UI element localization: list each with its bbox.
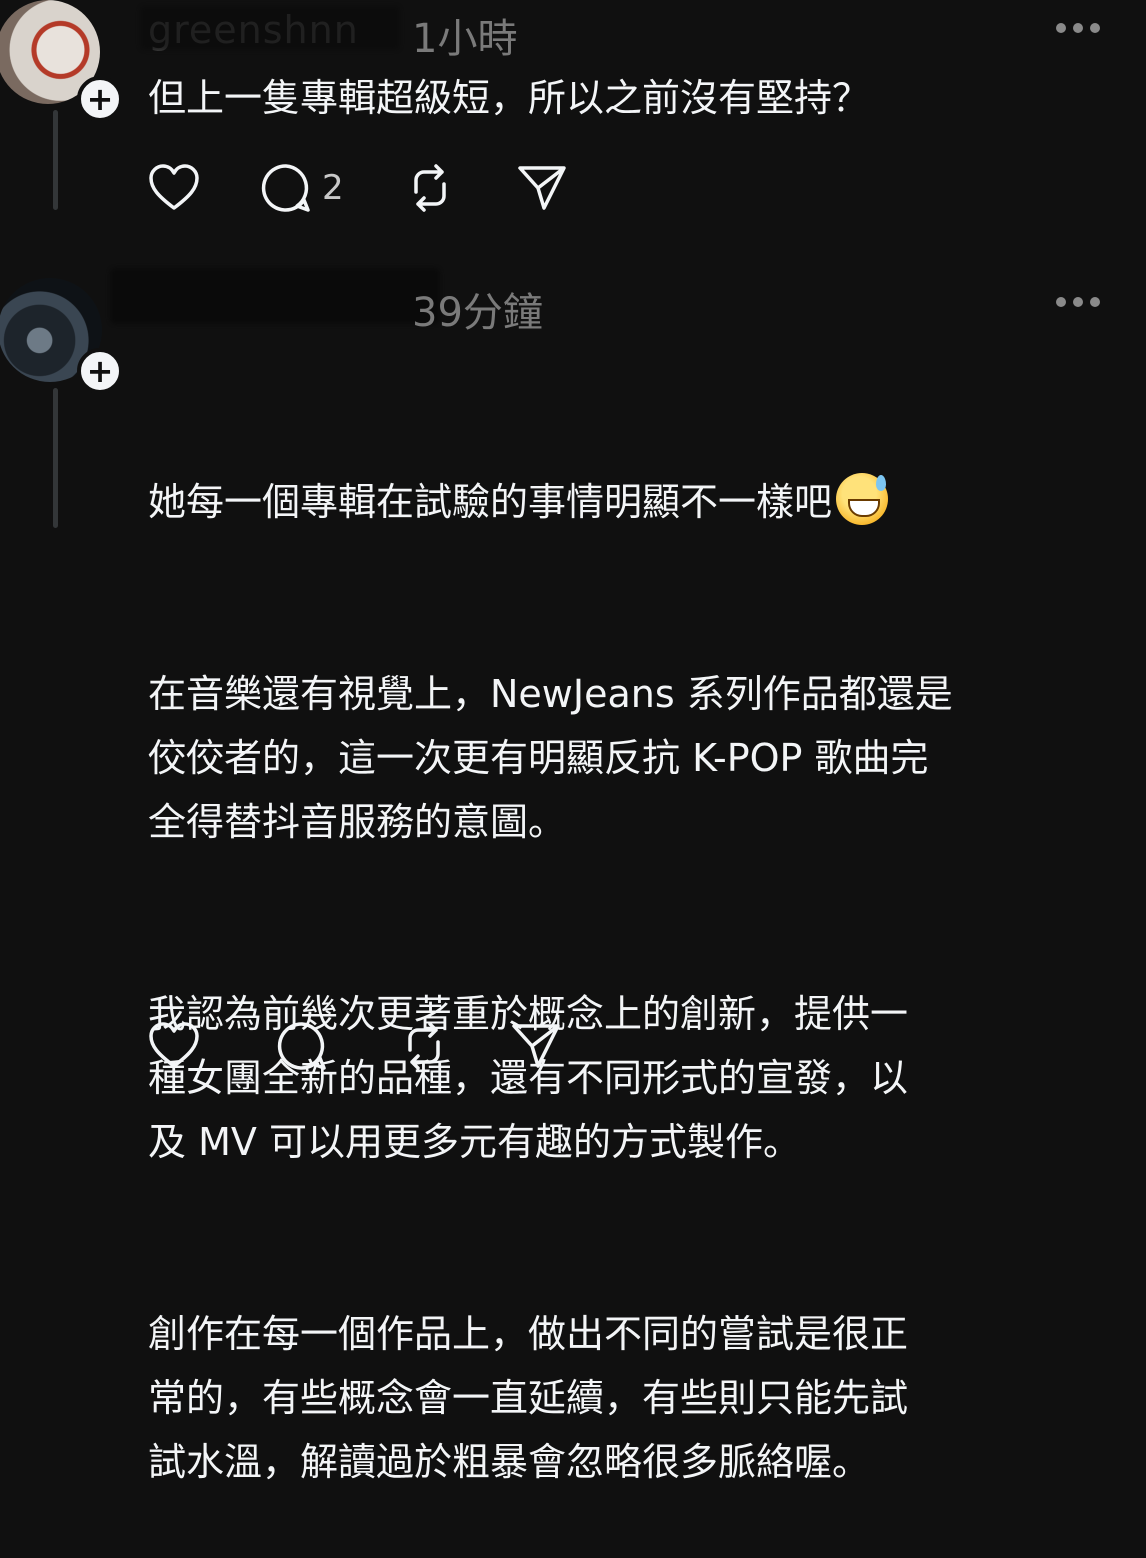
more-dots-icon[interactable] bbox=[1056, 292, 1100, 312]
reply-button[interactable] bbox=[276, 1020, 328, 1072]
comment-icon bbox=[261, 164, 310, 212]
repost-icon bbox=[408, 1022, 440, 1070]
more-dots-icon[interactable] bbox=[1056, 18, 1100, 38]
post-timestamp: 39分鐘 bbox=[412, 290, 543, 336]
username-redaction bbox=[140, 6, 400, 50]
send-icon bbox=[512, 1024, 560, 1068]
send-icon bbox=[517, 166, 566, 210]
like-button[interactable] bbox=[148, 164, 200, 212]
thread-line bbox=[53, 110, 58, 210]
username-redaction bbox=[110, 268, 440, 324]
reply-count: 2 bbox=[322, 168, 344, 208]
share-button[interactable] bbox=[516, 162, 568, 214]
share-button[interactable] bbox=[510, 1020, 562, 1072]
post-text: 但上一隻專輯超級短，所以之前沒有堅持？ bbox=[148, 76, 871, 120]
reply-button[interactable]: 2 bbox=[260, 162, 344, 214]
post-text: 她每一個專輯在試驗的事情明顯不一樣吧 在音樂還有視覺上，NewJeans 系列作… bbox=[148, 342, 1108, 1558]
post-actions bbox=[148, 1020, 622, 1072]
grinning-face-with-sweat-icon bbox=[836, 473, 889, 525]
repost-button[interactable] bbox=[398, 1020, 450, 1072]
repost-button[interactable] bbox=[404, 162, 456, 214]
thread-line bbox=[53, 388, 58, 528]
post-timestamp: 1小時 bbox=[412, 16, 518, 62]
post-paragraph: 我認為前幾次更著重於概念上的創新，提供一 種女團全新的品種，還有不同形式的宣發，… bbox=[148, 992, 909, 1164]
repost-icon bbox=[413, 164, 446, 212]
post-actions: 2 bbox=[148, 162, 628, 214]
comment-icon bbox=[277, 1022, 326, 1070]
heart-icon bbox=[149, 1022, 199, 1068]
post-paragraph: 在音樂還有視覺上，NewJeans 系列作品都還是 佼佼者的，這一次更有明顯反抗… bbox=[148, 672, 953, 844]
plus-icon[interactable]: + bbox=[77, 348, 123, 394]
post-paragraph: 創作在每一個作品上，做出不同的嘗試是很正 常的，有些概念會一直延續，有些則只能先… bbox=[148, 1312, 909, 1484]
like-button[interactable] bbox=[148, 1022, 200, 1070]
post-paragraph: 她每一個專輯在試驗的事情明顯不一樣吧 bbox=[148, 470, 1108, 534]
plus-icon[interactable]: + bbox=[77, 76, 123, 122]
post-paragraph-text: 她每一個專輯在試驗的事情明顯不一樣吧 bbox=[148, 480, 833, 524]
heart-icon bbox=[149, 164, 199, 210]
